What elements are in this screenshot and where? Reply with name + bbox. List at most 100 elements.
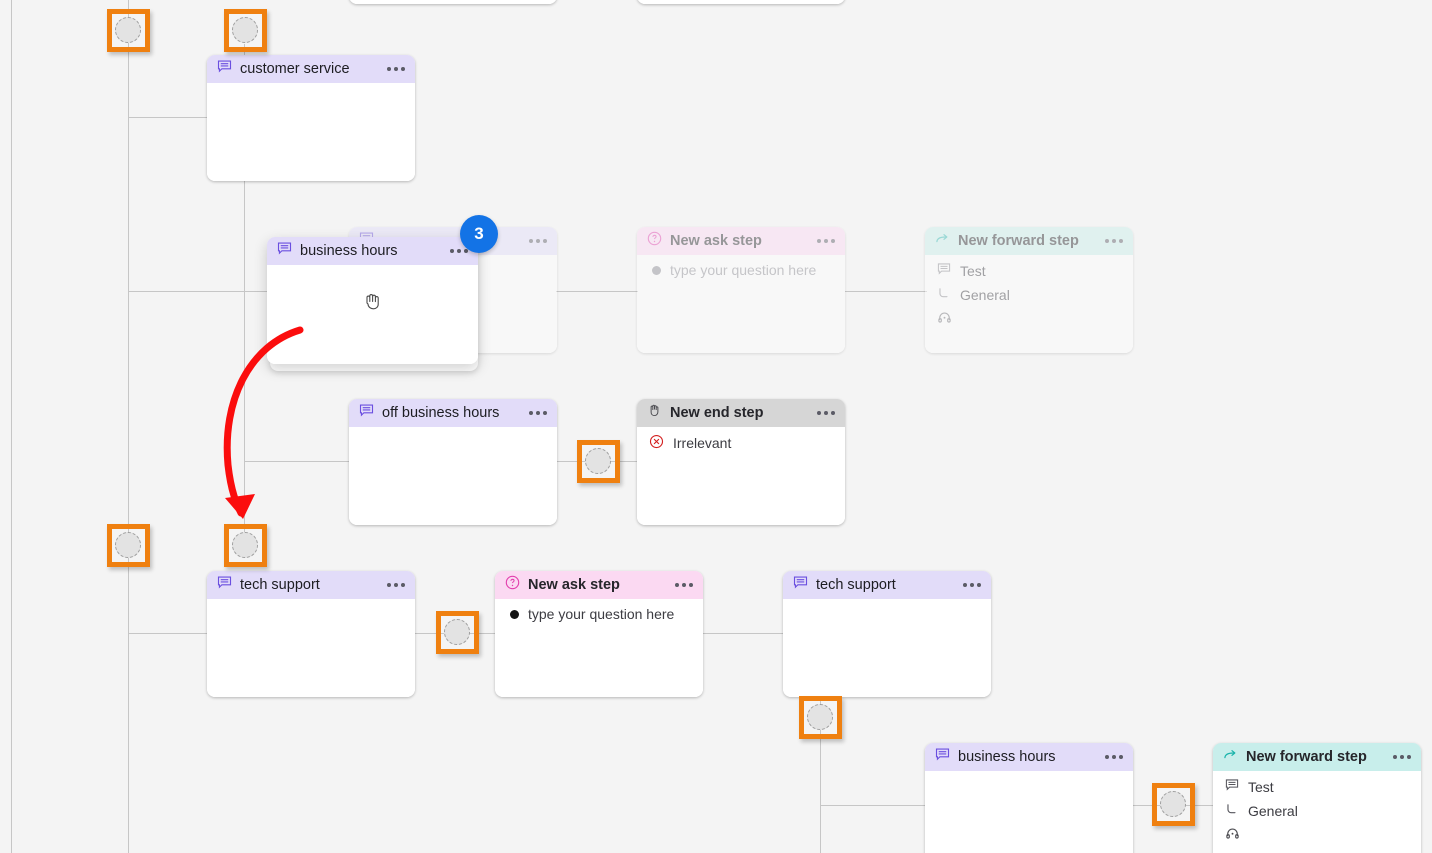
card-menu-button[interactable] bbox=[450, 249, 468, 253]
card-body bbox=[783, 599, 991, 697]
node-card-offscreen-top-left[interactable] bbox=[349, 0, 557, 4]
ask-question-placeholder: type your question here bbox=[670, 262, 817, 278]
card-menu-button[interactable] bbox=[387, 67, 405, 71]
forward-agent-row[interactable] bbox=[925, 303, 1133, 328]
card-menu-button[interactable] bbox=[1105, 755, 1123, 759]
forward-destination-row[interactable]: Test bbox=[1213, 771, 1421, 795]
node-card-offscreen-top-right[interactable] bbox=[637, 0, 845, 4]
node-card-forward-step-bottom[interactable]: New forward step Test General bbox=[1213, 743, 1421, 853]
node-card-business-hours-bottom[interactable]: business hours bbox=[925, 743, 1133, 853]
drag-count-label: 3 bbox=[474, 224, 484, 243]
card-title: business hours bbox=[958, 749, 1056, 765]
highlight-box bbox=[799, 696, 842, 739]
card-header[interactable]: off business hours bbox=[349, 399, 557, 427]
card-title: New end step bbox=[670, 405, 764, 421]
card-menu-button[interactable] bbox=[529, 411, 547, 415]
card-body: Test General bbox=[925, 255, 1133, 353]
card-body bbox=[267, 265, 478, 364]
bullet-icon bbox=[510, 609, 519, 619]
flow-canvas[interactable]: customer service New ask step type your … bbox=[0, 0, 1432, 853]
card-menu-button[interactable] bbox=[963, 583, 981, 587]
forward-destination-label: Test bbox=[1248, 778, 1274, 795]
card-body: Irrelevant bbox=[637, 427, 845, 525]
card-header[interactable]: New forward step bbox=[925, 227, 1133, 255]
bullet-icon bbox=[652, 265, 661, 275]
card-menu-button[interactable] bbox=[1393, 755, 1411, 759]
card-menu-button[interactable] bbox=[817, 411, 835, 415]
node-card-tech-support-right[interactable]: tech support bbox=[783, 571, 991, 697]
connector-line bbox=[820, 805, 928, 806]
card-menu-button[interactable] bbox=[817, 239, 835, 243]
card-body bbox=[349, 427, 557, 525]
headset-icon bbox=[1225, 826, 1240, 844]
card-header[interactable]: New forward step bbox=[1213, 743, 1421, 771]
ask-question-row[interactable]: type your question here bbox=[637, 255, 845, 278]
message-icon bbox=[217, 59, 232, 79]
card-body: Test General bbox=[1213, 771, 1421, 853]
card-body bbox=[207, 599, 415, 697]
card-header[interactable]: New end step bbox=[637, 399, 845, 427]
node-card-ask-step-faded[interactable]: New ask step type your question here bbox=[637, 227, 845, 353]
card-menu-button[interactable] bbox=[675, 583, 693, 587]
card-header[interactable]: tech support bbox=[783, 571, 991, 599]
node-card-customer-service[interactable]: customer service bbox=[207, 55, 415, 181]
node-card-tech-support-left[interactable]: tech support bbox=[207, 571, 415, 697]
card-header[interactable]: business hours bbox=[925, 743, 1133, 771]
stop-hand-icon bbox=[647, 403, 662, 423]
forward-arrow-icon bbox=[1223, 747, 1238, 767]
phone-icon bbox=[1225, 802, 1239, 819]
message-icon bbox=[277, 241, 292, 261]
ask-question-row[interactable]: type your question here bbox=[495, 599, 703, 622]
card-title: tech support bbox=[816, 577, 896, 593]
forward-agent-row[interactable] bbox=[1213, 819, 1421, 844]
card-header[interactable]: New ask step bbox=[495, 571, 703, 599]
end-reason-row[interactable]: Irrelevant bbox=[637, 427, 845, 452]
card-title: New forward step bbox=[1246, 749, 1367, 765]
card-title: business hours bbox=[300, 243, 398, 259]
card-body: type your question here bbox=[637, 255, 845, 353]
card-body bbox=[207, 83, 415, 181]
highlight-box bbox=[107, 9, 150, 52]
card-header[interactable]: tech support bbox=[207, 571, 415, 599]
message-icon bbox=[937, 262, 951, 279]
highlight-box bbox=[107, 524, 150, 567]
question-circle-icon bbox=[505, 575, 520, 595]
message-icon bbox=[793, 575, 808, 595]
card-title: off business hours bbox=[382, 405, 500, 421]
message-icon bbox=[359, 403, 374, 423]
card-menu-button[interactable] bbox=[387, 583, 405, 587]
x-circle-icon bbox=[649, 434, 664, 452]
card-header[interactable]: customer service bbox=[207, 55, 415, 83]
card-menu-button[interactable] bbox=[1105, 239, 1123, 243]
node-card-ask-step-middle[interactable]: New ask step type your question here bbox=[495, 571, 703, 697]
connector-line bbox=[244, 461, 352, 462]
highlight-box bbox=[436, 611, 479, 654]
node-card-business-hours-dragged[interactable]: business hours bbox=[267, 237, 478, 364]
card-header[interactable]: New ask step bbox=[637, 227, 845, 255]
node-card-off-business-hours[interactable]: off business hours bbox=[349, 399, 557, 525]
card-menu-button[interactable] bbox=[529, 239, 547, 243]
message-icon bbox=[1225, 778, 1239, 795]
forward-queue-row[interactable]: General bbox=[925, 279, 1133, 303]
message-icon bbox=[935, 747, 950, 767]
connector-line bbox=[128, 633, 208, 634]
connector-line bbox=[11, 0, 12, 853]
question-circle-icon bbox=[647, 231, 662, 251]
highlight-box bbox=[577, 440, 620, 483]
card-body: type your question here bbox=[495, 599, 703, 697]
phone-icon bbox=[937, 286, 951, 303]
node-card-end-step[interactable]: New end step Irrelevant bbox=[637, 399, 845, 525]
message-icon bbox=[217, 575, 232, 595]
card-title: customer service bbox=[240, 61, 350, 77]
node-card-forward-step-faded[interactable]: New forward step Test General bbox=[925, 227, 1133, 353]
highlight-box bbox=[224, 524, 267, 567]
forward-queue-row[interactable]: General bbox=[1213, 795, 1421, 819]
card-header[interactable]: business hours bbox=[267, 237, 478, 265]
forward-destination-row[interactable]: Test bbox=[925, 255, 1133, 279]
highlight-box bbox=[1152, 783, 1195, 826]
card-title: New ask step bbox=[528, 577, 620, 593]
card-title: New ask step bbox=[670, 233, 762, 249]
forward-queue-label: General bbox=[1248, 802, 1298, 819]
card-title: tech support bbox=[240, 577, 320, 593]
card-body bbox=[349, 0, 557, 4]
